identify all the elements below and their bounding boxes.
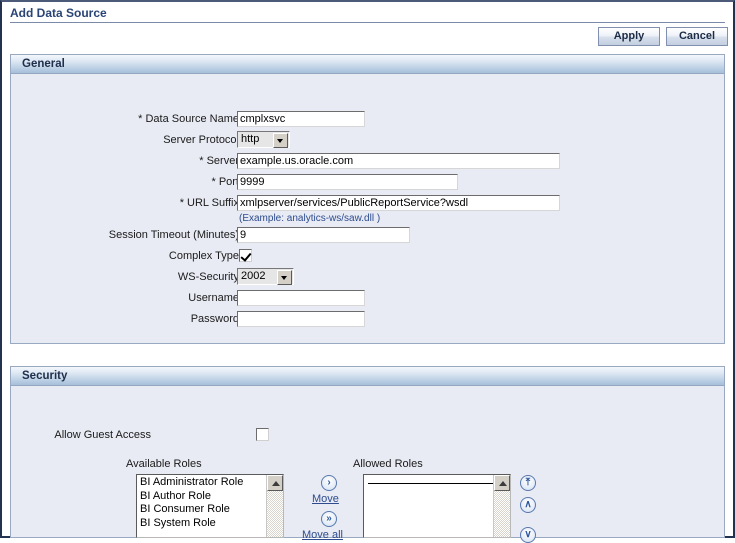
apply-button[interactable]: Apply xyxy=(598,27,660,46)
field-row-server: * Server xyxy=(19,153,239,173)
password-input[interactable] xyxy=(237,311,365,327)
title-divider xyxy=(10,22,725,23)
chevron-down-icon[interactable] xyxy=(273,133,288,148)
security-section: Security Allow Guest Access Available Ro… xyxy=(10,366,725,543)
list-item[interactable]: BI System Role xyxy=(137,517,266,531)
field-row-port: * Port xyxy=(19,174,239,194)
move-down-icon[interactable]: ∨ xyxy=(520,527,536,543)
move-all-link[interactable]: Move all xyxy=(302,529,343,541)
field-row-username: Username xyxy=(19,290,239,310)
general-section-header: General xyxy=(11,55,724,74)
complex-type-label: Complex Type xyxy=(168,250,239,262)
move-to-top-glyph: ⤒ xyxy=(525,477,531,488)
move-right-icon[interactable]: › xyxy=(321,475,337,491)
page-title: Add Data Source xyxy=(10,6,107,20)
required-marker: * xyxy=(179,197,184,209)
scroll-up-icon[interactable] xyxy=(267,475,283,491)
available-roles-items: BI Administrator Role BI Author Role BI … xyxy=(137,476,266,530)
general-section: General * Data Source Name Server Protoc… xyxy=(10,54,725,344)
move-all-right-icon[interactable]: » xyxy=(321,511,337,527)
server-label: * Server xyxy=(199,155,239,167)
available-roles-listbox[interactable]: BI Administrator Role BI Author Role BI … xyxy=(136,474,284,538)
complex-type-checkbox[interactable] xyxy=(239,249,252,262)
chevron-down-icon[interactable] xyxy=(277,270,292,285)
move-up-icon[interactable]: ∧ xyxy=(520,497,536,513)
ws-security-select[interactable]: 2002 xyxy=(237,268,294,285)
field-row-data-source-name: * Data Source Name xyxy=(19,111,239,131)
list-item[interactable]: BI Author Role xyxy=(137,490,266,504)
data-source-name-label: * Data Source Name xyxy=(138,113,239,125)
list-separator xyxy=(368,483,494,484)
available-roles-label: Available Roles xyxy=(126,458,202,470)
required-marker: * xyxy=(211,176,216,188)
move-to-top-icon[interactable]: ⤒ xyxy=(520,475,536,491)
list-item[interactable]: BI Consumer Role xyxy=(137,503,266,517)
username-input[interactable] xyxy=(237,290,365,306)
required-marker: * xyxy=(199,155,204,167)
data-source-name-input[interactable] xyxy=(237,111,365,127)
server-input[interactable] xyxy=(237,153,560,169)
field-row-session-timeout: Session Timeout (Minutes) xyxy=(19,227,239,247)
general-section-title: General xyxy=(22,58,65,70)
url-suffix-hint: (Example: analytics-ws/saw.dll ) xyxy=(239,213,381,224)
ws-security-value: 2002 xyxy=(241,270,266,282)
cancel-button[interactable]: Cancel xyxy=(666,27,728,46)
field-row-complex-type: Complex Type xyxy=(19,248,239,268)
move-up-glyph: ∧ xyxy=(524,499,532,510)
field-row-url-suffix: * URL Suffix xyxy=(19,195,239,215)
move-right-glyph: › xyxy=(327,477,331,488)
server-protocol-select[interactable]: http xyxy=(237,131,290,148)
window-titlebar: Add Data Source xyxy=(2,2,733,22)
field-row-server-protocol: Server Protocol xyxy=(19,132,239,152)
password-label: Password xyxy=(190,313,239,325)
username-label: Username xyxy=(188,292,239,304)
security-section-header: Security xyxy=(11,367,724,386)
security-section-title: Security xyxy=(22,370,68,382)
allowed-roles-label: Allowed Roles xyxy=(353,458,423,470)
move-all-right-glyph: » xyxy=(326,513,332,524)
ws-security-label: WS-Security xyxy=(177,271,239,283)
available-roles-scrollbar[interactable] xyxy=(266,475,283,537)
list-item[interactable]: BI Administrator Role xyxy=(137,476,266,490)
url-suffix-label: * URL Suffix xyxy=(179,197,239,209)
server-protocol-label: Server Protocol xyxy=(163,134,239,146)
required-marker: * xyxy=(138,113,143,125)
add-data-source-window: Add Data Source Apply Cancel General * D… xyxy=(0,0,735,543)
server-protocol-value: http xyxy=(241,133,260,145)
port-label: * Port xyxy=(211,176,239,188)
field-row-password: Password xyxy=(19,311,239,331)
allowed-roles-scrollbar[interactable] xyxy=(493,475,510,537)
field-row-ws-security: WS-Security xyxy=(19,269,239,289)
scroll-up-icon[interactable] xyxy=(494,475,510,491)
field-row-allow-guest-access: Allow Guest Access xyxy=(0,427,151,447)
port-input[interactable] xyxy=(237,174,458,190)
action-bar: Apply Cancel xyxy=(2,24,733,50)
url-suffix-input[interactable] xyxy=(237,195,560,211)
move-down-glyph: ∨ xyxy=(524,529,532,540)
move-link[interactable]: Move xyxy=(312,493,339,505)
allow-guest-access-label: Allow Guest Access xyxy=(54,429,151,441)
allowed-roles-listbox[interactable] xyxy=(363,474,511,538)
session-timeout-label: Session Timeout (Minutes) xyxy=(108,229,239,241)
session-timeout-input[interactable] xyxy=(237,227,410,243)
allow-guest-access-checkbox[interactable] xyxy=(256,428,269,441)
